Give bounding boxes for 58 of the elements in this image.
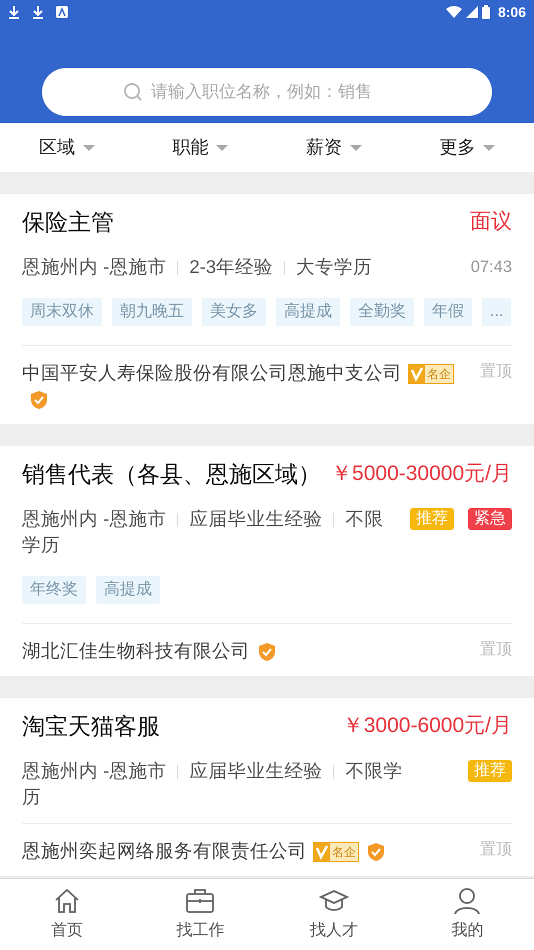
download-icon: [32, 5, 44, 19]
dropdown-caret-icon: [350, 144, 362, 152]
famous-company-badge: 名企: [313, 842, 359, 862]
benefit-tag: ...: [482, 298, 512, 326]
search-field[interactable]: 请输入职位名称，例如：销售: [42, 68, 492, 116]
job-card[interactable]: 销售代表（各县、恩施区域） ￥5000-30000元/月 恩施州内 -恩施市 应届毕业生经验 不限学历 推荐 紧急 年终奖 高提成 湖北汇佳生物科技有限公司 置顶: [0, 446, 534, 676]
benefit-tag: 全勤奖: [350, 298, 414, 326]
benefit-tag: 年假: [424, 298, 472, 326]
nav-tab[interactable]: 首页: [0, 886, 134, 942]
battery-icon: [482, 5, 490, 19]
search-icon: [123, 82, 143, 102]
dropdown-caret-icon: [483, 144, 496, 152]
job-badge: 推荐: [468, 760, 512, 782]
salary: ￥5000-30000元/月: [331, 461, 512, 488]
job-title: 销售代表（各县、恩施区域）: [22, 460, 321, 489]
download-icon: [8, 5, 20, 19]
nav-tab[interactable]: 找人才: [267, 886, 400, 942]
nav-tab[interactable]: 找工作: [134, 886, 267, 942]
dropdown-caret-icon: [82, 144, 95, 152]
job-info-line: 恩施州内 -恩施市 2-3年经验 大专学历: [22, 255, 374, 279]
job-badge: 推荐: [410, 508, 454, 530]
benefit-tag: 周末双休: [22, 298, 102, 326]
famous-company-badge: 名企: [408, 364, 454, 384]
pin-top-label: 置顶: [480, 840, 512, 860]
app-notification-icon: [56, 6, 68, 18]
job-info-line: 恩施州内 -恩施市 应届毕业生经验 不限学历: [22, 507, 384, 557]
status-time: 8:06: [498, 2, 526, 22]
job-info-line: 恩施州内 -恩施市 应届毕业生经验 不限学历: [22, 759, 404, 809]
user-icon: [453, 886, 482, 914]
benefit-tag: 朝九晚五: [112, 298, 192, 326]
salary: ￥3000-6000元/月: [342, 713, 512, 740]
company-name[interactable]: 恩施州奕起网络服务有限责任公司: [22, 840, 307, 861]
benefit-tag: 美女多: [202, 298, 266, 326]
pin-top-label: 置顶: [480, 362, 512, 382]
filter-dropdown[interactable]: 职能: [134, 134, 267, 161]
filter-dropdown[interactable]: 区域: [0, 134, 134, 161]
filter-dropdown[interactable]: 更多: [400, 134, 534, 161]
search-input[interactable]: 请输入职位名称，例如：销售: [151, 79, 411, 105]
salary: 面议: [470, 209, 512, 236]
company-name[interactable]: 中国平安人寿保险股份有限公司恩施中支公司: [22, 362, 402, 383]
signal-icon: [466, 6, 478, 18]
job-card[interactable]: 淘宝天猫客服 ￥3000-6000元/月 恩施州内 -恩施市 应届毕业生经验 不限学历 推荐 恩施州奕起网络服务有限责任公司 名企 置顶: [0, 698, 534, 876]
dropdown-caret-icon: [216, 144, 228, 152]
benefit-tag: 高提成: [276, 298, 340, 326]
post-time: 07:43: [470, 257, 512, 278]
wifi-icon: [446, 6, 462, 18]
benefit-tag: 高提成: [96, 576, 160, 604]
briefcase-icon: [185, 886, 216, 914]
pin-top-label: 置顶: [480, 640, 512, 660]
home-icon: [52, 886, 81, 914]
job-title: 保险主管: [22, 208, 114, 237]
company-name[interactable]: 湖北汇佳生物科技有限公司: [22, 640, 250, 661]
nav-tab[interactable]: 我的: [400, 886, 534, 942]
job-title: 淘宝天猫客服: [22, 712, 160, 741]
job-badge: 紧急: [468, 508, 512, 530]
job-card[interactable]: 保险主管 面议 恩施州内 -恩施市 2-3年经验 大专学历 07:43 周末双休 朝九晚五 美女多 高提成 全勤奖 年假 ... 中国平安人寿保险股份有限公司恩施中支公司 名企 置顶: [0, 194, 534, 424]
filter-dropdown[interactable]: 薪资: [267, 134, 400, 161]
benefit-tag: 年终奖: [22, 576, 86, 604]
